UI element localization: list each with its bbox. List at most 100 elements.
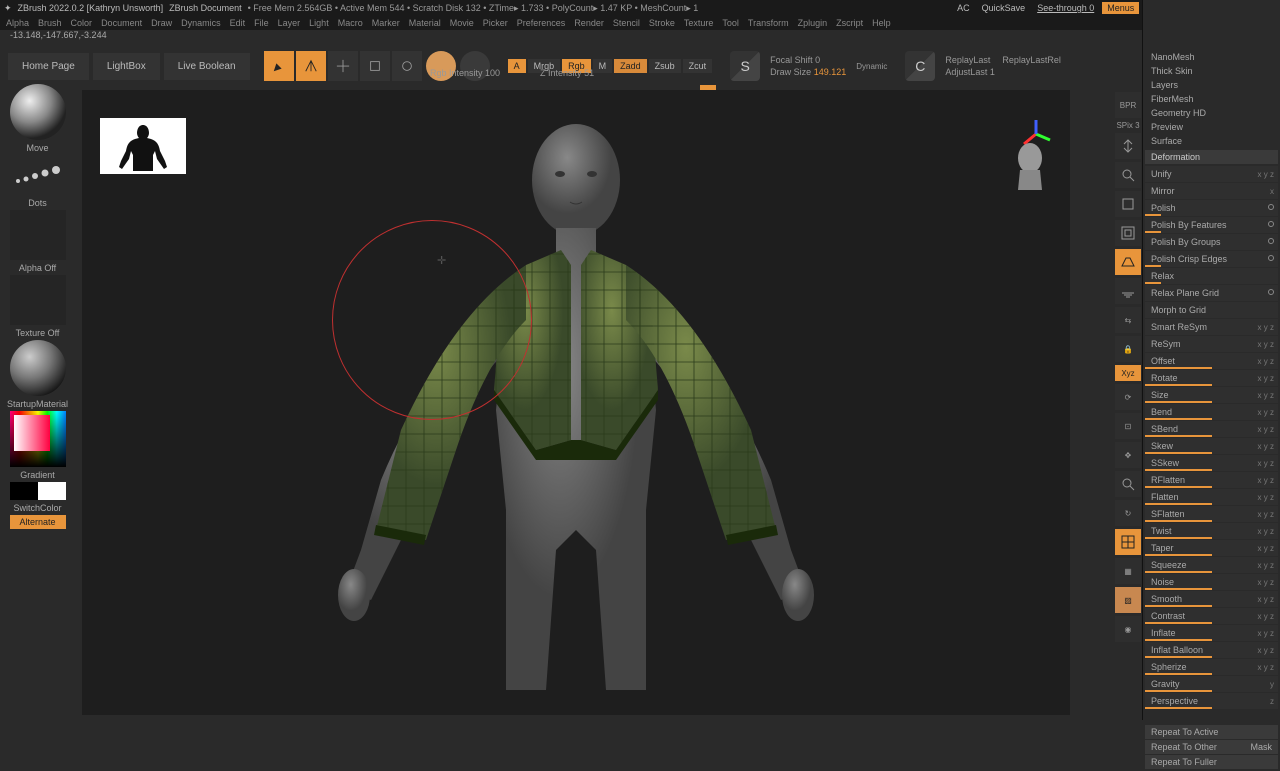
- menu-material[interactable]: Material: [409, 18, 441, 28]
- menu-light[interactable]: Light: [309, 18, 329, 28]
- menu-texture[interactable]: Texture: [684, 18, 714, 28]
- panel-preview[interactable]: Preview: [1145, 120, 1278, 134]
- scroll-button[interactable]: [1115, 133, 1141, 159]
- panel-nanomesh[interactable]: NanoMesh: [1145, 50, 1278, 64]
- m-button[interactable]: M: [593, 59, 613, 73]
- panel-geometry-hd[interactable]: Geometry HD: [1145, 106, 1278, 120]
- frame-button[interactable]: ⊡: [1115, 413, 1141, 439]
- slider-rotate[interactable]: Rotatex y z: [1145, 370, 1278, 386]
- menus-button[interactable]: Menus: [1102, 2, 1139, 14]
- slider-polish-crisp-edges[interactable]: Polish Crisp Edges: [1145, 251, 1278, 267]
- slider-gravity[interactable]: Gravityy: [1145, 676, 1278, 692]
- menu-brush[interactable]: Brush: [38, 18, 62, 28]
- draw-size-slider[interactable]: Draw Size 149.121: [770, 67, 846, 77]
- focal-shift-slider[interactable]: Focal Shift 0: [770, 55, 846, 65]
- alternate-button[interactable]: Alternate: [10, 515, 66, 529]
- menu-color[interactable]: Color: [71, 18, 93, 28]
- slider-morph-to-grid[interactable]: Morph to Grid: [1145, 302, 1278, 318]
- slider-skew[interactable]: Skewx y z: [1145, 438, 1278, 454]
- menu-layer[interactable]: Layer: [278, 18, 301, 28]
- rot-y-button[interactable]: ⟳: [1115, 384, 1141, 410]
- persp-button[interactable]: [1115, 249, 1141, 275]
- scale-mode-button[interactable]: [360, 51, 390, 81]
- viewport[interactable]: ✛: [82, 90, 1070, 715]
- polyframe-button[interactable]: [1115, 529, 1141, 555]
- slider-relax[interactable]: Relax: [1145, 268, 1278, 284]
- ghost-button[interactable]: ▨: [1115, 587, 1141, 613]
- menu-help[interactable]: Help: [872, 18, 891, 28]
- stroke-preview[interactable]: [10, 155, 66, 195]
- menu-preferences[interactable]: Preferences: [517, 18, 566, 28]
- slider-taper[interactable]: Taperx y z: [1145, 540, 1278, 556]
- slider-unify[interactable]: Unifyx y z: [1145, 166, 1278, 182]
- repeat-repeat-to-other[interactable]: Repeat To OtherMask: [1145, 740, 1278, 754]
- repeat-repeat-to-fuller[interactable]: Repeat To Fuller: [1145, 755, 1278, 769]
- quicksave-button[interactable]: QuickSave: [978, 3, 1030, 13]
- menu-movie[interactable]: Movie: [450, 18, 474, 28]
- lock-button[interactable]: 🔒: [1115, 336, 1141, 362]
- texture-slot[interactable]: [10, 275, 66, 325]
- menu-document[interactable]: Document: [101, 18, 142, 28]
- solo-button[interactable]: ◉: [1115, 616, 1141, 642]
- reference-thumbnail[interactable]: [100, 118, 186, 174]
- slider-perspective[interactable]: Perspectivez: [1145, 693, 1278, 709]
- zadd-button[interactable]: Zadd: [614, 59, 647, 73]
- slider-flatten[interactable]: Flattenx y z: [1145, 489, 1278, 505]
- lsym-button[interactable]: ⇆: [1115, 307, 1141, 333]
- menu-marker[interactable]: Marker: [372, 18, 400, 28]
- slider-twist[interactable]: Twistx y z: [1145, 523, 1278, 539]
- slider-polish[interactable]: Polish: [1145, 200, 1278, 216]
- slider-sbend[interactable]: SBendx y z: [1145, 421, 1278, 437]
- zoom3d-button[interactable]: [1115, 471, 1141, 497]
- menu-macro[interactable]: Macro: [338, 18, 363, 28]
- slider-inflate[interactable]: Inflatex y z: [1145, 625, 1278, 641]
- actual-button[interactable]: [1115, 191, 1141, 217]
- seethrough-slider[interactable]: See-through 0: [1033, 3, 1098, 13]
- menu-dynamics[interactable]: Dynamics: [181, 18, 221, 28]
- slider-smart-resym[interactable]: Smart ReSymx y z: [1145, 319, 1278, 335]
- menu-draw[interactable]: Draw: [151, 18, 172, 28]
- menu-alpha[interactable]: Alpha: [6, 18, 29, 28]
- slider-rflatten[interactable]: RFlattenx y z: [1145, 472, 1278, 488]
- c-curve-icon[interactable]: C: [905, 51, 935, 81]
- floor-button[interactable]: [1115, 278, 1141, 304]
- slider-size[interactable]: Sizex y z: [1145, 387, 1278, 403]
- slider-resym[interactable]: ReSymx y z: [1145, 336, 1278, 352]
- color-picker[interactable]: [10, 411, 66, 467]
- camera-preview[interactable]: [1008, 140, 1052, 200]
- z-intensity-slider[interactable]: Z Intensity 51: [540, 68, 594, 78]
- slider-squeeze[interactable]: Squeezex y z: [1145, 557, 1278, 573]
- brush-preview[interactable]: [10, 84, 66, 140]
- repeat-repeat-to-active[interactable]: Repeat To Active: [1145, 725, 1278, 739]
- rotate-view-button[interactable]: ↻: [1115, 500, 1141, 526]
- menu-file[interactable]: File: [254, 18, 269, 28]
- home-page-button[interactable]: Home Page: [8, 53, 89, 80]
- edit-mode-button[interactable]: [264, 51, 294, 81]
- aahalf-button[interactable]: [1115, 220, 1141, 246]
- slider-polish-by-groups[interactable]: Polish By Groups: [1145, 234, 1278, 250]
- s-curve-icon[interactable]: S: [730, 51, 760, 81]
- adjust-last-slider[interactable]: AdjustLast 1: [945, 67, 1061, 77]
- menu-transform[interactable]: Transform: [748, 18, 789, 28]
- slider-relax-plane-grid[interactable]: Relax Plane Grid: [1145, 285, 1278, 301]
- ac-button[interactable]: AC: [953, 3, 974, 13]
- panel-surface[interactable]: Surface: [1145, 134, 1278, 148]
- deformation-header[interactable]: Deformation: [1145, 150, 1278, 164]
- draw-mode-button[interactable]: [296, 51, 326, 81]
- menu-picker[interactable]: Picker: [483, 18, 508, 28]
- panel-layers[interactable]: Layers: [1145, 78, 1278, 92]
- slider-spherize[interactable]: Spherizex y z: [1145, 659, 1278, 675]
- slider-noise[interactable]: Noisex y z: [1145, 574, 1278, 590]
- panel-thick-skin[interactable]: Thick Skin: [1145, 64, 1278, 78]
- panel-fibermesh[interactable]: FiberMesh: [1145, 92, 1278, 106]
- lightbox-button[interactable]: LightBox: [93, 53, 160, 80]
- material-preview[interactable]: [10, 340, 66, 396]
- xyz-button[interactable]: Xyz: [1115, 365, 1141, 381]
- replay-last-button[interactable]: ReplayLast: [945, 55, 990, 65]
- slider-bend[interactable]: Bendx y z: [1145, 404, 1278, 420]
- bpr-button[interactable]: BPR: [1115, 92, 1141, 118]
- rgb-intensity-slider[interactable]: Rgb Intensity 100: [430, 68, 500, 78]
- slider-inflat-balloon[interactable]: Inflat Balloonx y z: [1145, 642, 1278, 658]
- rotate-mode-button[interactable]: [392, 51, 422, 81]
- menu-edit[interactable]: Edit: [230, 18, 246, 28]
